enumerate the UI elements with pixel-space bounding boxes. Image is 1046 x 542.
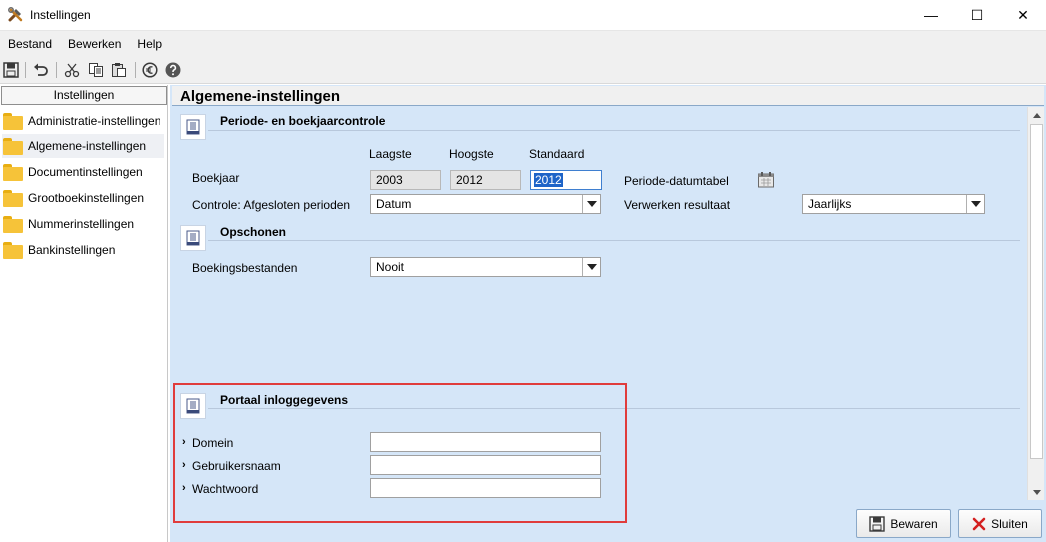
verwerken-value: Jaarlijks bbox=[808, 197, 852, 211]
sidebar-item-administratie[interactable]: Administratie-instellingen bbox=[2, 109, 164, 133]
verwerken-label: Verwerken resultaat bbox=[624, 198, 731, 212]
cut-icon[interactable] bbox=[63, 61, 81, 79]
menu-bar: Bestand Bewerken Help bbox=[0, 31, 1046, 56]
sidebar-item-algemene[interactable]: Algemene-instellingen bbox=[2, 134, 164, 158]
chevron-down-icon[interactable] bbox=[582, 195, 600, 213]
sidebar-item-label: Administratie-instellingen bbox=[28, 114, 160, 128]
sidebar-item-label: Algemene-instellingen bbox=[28, 139, 147, 153]
vertical-scrollbar[interactable] bbox=[1027, 107, 1044, 500]
folder-icon bbox=[2, 215, 24, 233]
standaard-value: 2012 bbox=[534, 173, 563, 187]
page-title: Algemene-instellingen bbox=[172, 86, 1044, 106]
column-header-hoogste: Hoogste bbox=[449, 147, 494, 161]
help-icon[interactable] bbox=[164, 61, 182, 79]
close-window-button[interactable]: ✕ bbox=[1000, 0, 1046, 30]
save-icon bbox=[869, 515, 886, 532]
highlight-box bbox=[173, 383, 627, 523]
sidebar-item-bank[interactable]: Bankinstellingen bbox=[2, 238, 164, 262]
copy-icon[interactable] bbox=[87, 61, 105, 79]
undo-icon[interactable] bbox=[32, 61, 50, 79]
boekjaar-label: Boekjaar bbox=[192, 171, 240, 185]
save-button-label: Bewaren bbox=[890, 516, 938, 531]
folder-icon bbox=[2, 241, 24, 259]
chevron-down-icon[interactable] bbox=[582, 258, 600, 276]
section-divider bbox=[208, 130, 1020, 131]
save-button[interactable]: Bewaren bbox=[856, 509, 951, 538]
controle-select[interactable]: Datum bbox=[370, 194, 601, 214]
boekingsbestanden-label: Boekingsbestanden bbox=[192, 261, 298, 275]
section-divider bbox=[208, 240, 1020, 241]
sidebar-item-nummer[interactable]: Nummerinstellingen bbox=[2, 212, 164, 236]
close-button-label: Sluiten bbox=[991, 516, 1028, 531]
sidebar-item-label: Documentinstellingen bbox=[28, 165, 143, 179]
minimize-button[interactable]: — bbox=[908, 0, 954, 30]
save-icon[interactable] bbox=[2, 61, 20, 79]
controle-label: Controle: Afgesloten perioden bbox=[192, 198, 351, 212]
periode-datumtabel-label: Periode-datumtabel bbox=[624, 174, 729, 188]
tools-app-icon bbox=[8, 7, 24, 23]
close-icon bbox=[972, 517, 986, 530]
verwerken-select[interactable]: Jaarlijks bbox=[802, 194, 985, 214]
section-title-periode: Periode- en boekjaarcontrole bbox=[220, 114, 386, 128]
sidebar-item-document[interactable]: Documentinstellingen bbox=[2, 160, 164, 184]
column-header-standaard: Standaard bbox=[529, 147, 585, 161]
sidebar-item-label: Bankinstellingen bbox=[28, 243, 116, 257]
scrollbar-thumb[interactable] bbox=[1030, 124, 1043, 459]
section-list-icon bbox=[180, 225, 206, 251]
sidebar-header: Instellingen bbox=[1, 86, 167, 105]
folder-icon bbox=[2, 112, 24, 130]
boekingsbestanden-select[interactable]: Nooit bbox=[370, 257, 601, 277]
menu-bestand[interactable]: Bestand bbox=[8, 37, 52, 51]
settings-sidebar: Instellingen Administratie-instellingen … bbox=[0, 85, 168, 542]
toolbar bbox=[0, 56, 1046, 84]
section-list-icon bbox=[180, 114, 206, 140]
folder-icon bbox=[2, 189, 24, 207]
sidebar-item-label: Nummerinstellingen bbox=[28, 217, 135, 231]
sidebar-item-label: Grootboekinstellingen bbox=[28, 191, 145, 205]
window-title: Instellingen bbox=[30, 8, 91, 22]
toolbar-separator bbox=[135, 62, 136, 78]
scroll-down-arrow-icon[interactable] bbox=[1028, 484, 1045, 500]
column-header-laagste: Laagste bbox=[369, 147, 412, 161]
euro-icon[interactable] bbox=[141, 61, 159, 79]
sidebar-item-grootboek[interactable]: Grootboekinstellingen bbox=[2, 186, 164, 210]
calendar-icon[interactable] bbox=[757, 171, 775, 189]
menu-bewerken[interactable]: Bewerken bbox=[68, 37, 121, 51]
section-title-opschonen: Opschonen bbox=[220, 225, 287, 239]
folder-icon bbox=[2, 137, 24, 155]
boekjaar-hoogste-field: 2012 bbox=[450, 170, 521, 190]
menu-help[interactable]: Help bbox=[137, 37, 162, 51]
toolbar-separator bbox=[56, 62, 57, 78]
boekingsbestanden-value: Nooit bbox=[376, 260, 405, 274]
boekjaar-laagste-field: 2003 bbox=[370, 170, 441, 190]
chevron-down-icon[interactable] bbox=[966, 195, 984, 213]
scroll-up-arrow-icon[interactable] bbox=[1028, 107, 1045, 123]
paste-icon[interactable] bbox=[110, 61, 128, 79]
close-button[interactable]: Sluiten bbox=[958, 509, 1042, 538]
title-bar: Instellingen — ☐ ✕ bbox=[0, 0, 1046, 31]
maximize-button[interactable]: ☐ bbox=[954, 0, 1000, 30]
boekjaar-standaard-input[interactable]: 2012 bbox=[530, 170, 602, 190]
folder-icon bbox=[2, 163, 24, 181]
controle-value: Datum bbox=[376, 197, 412, 211]
toolbar-separator bbox=[25, 62, 26, 78]
